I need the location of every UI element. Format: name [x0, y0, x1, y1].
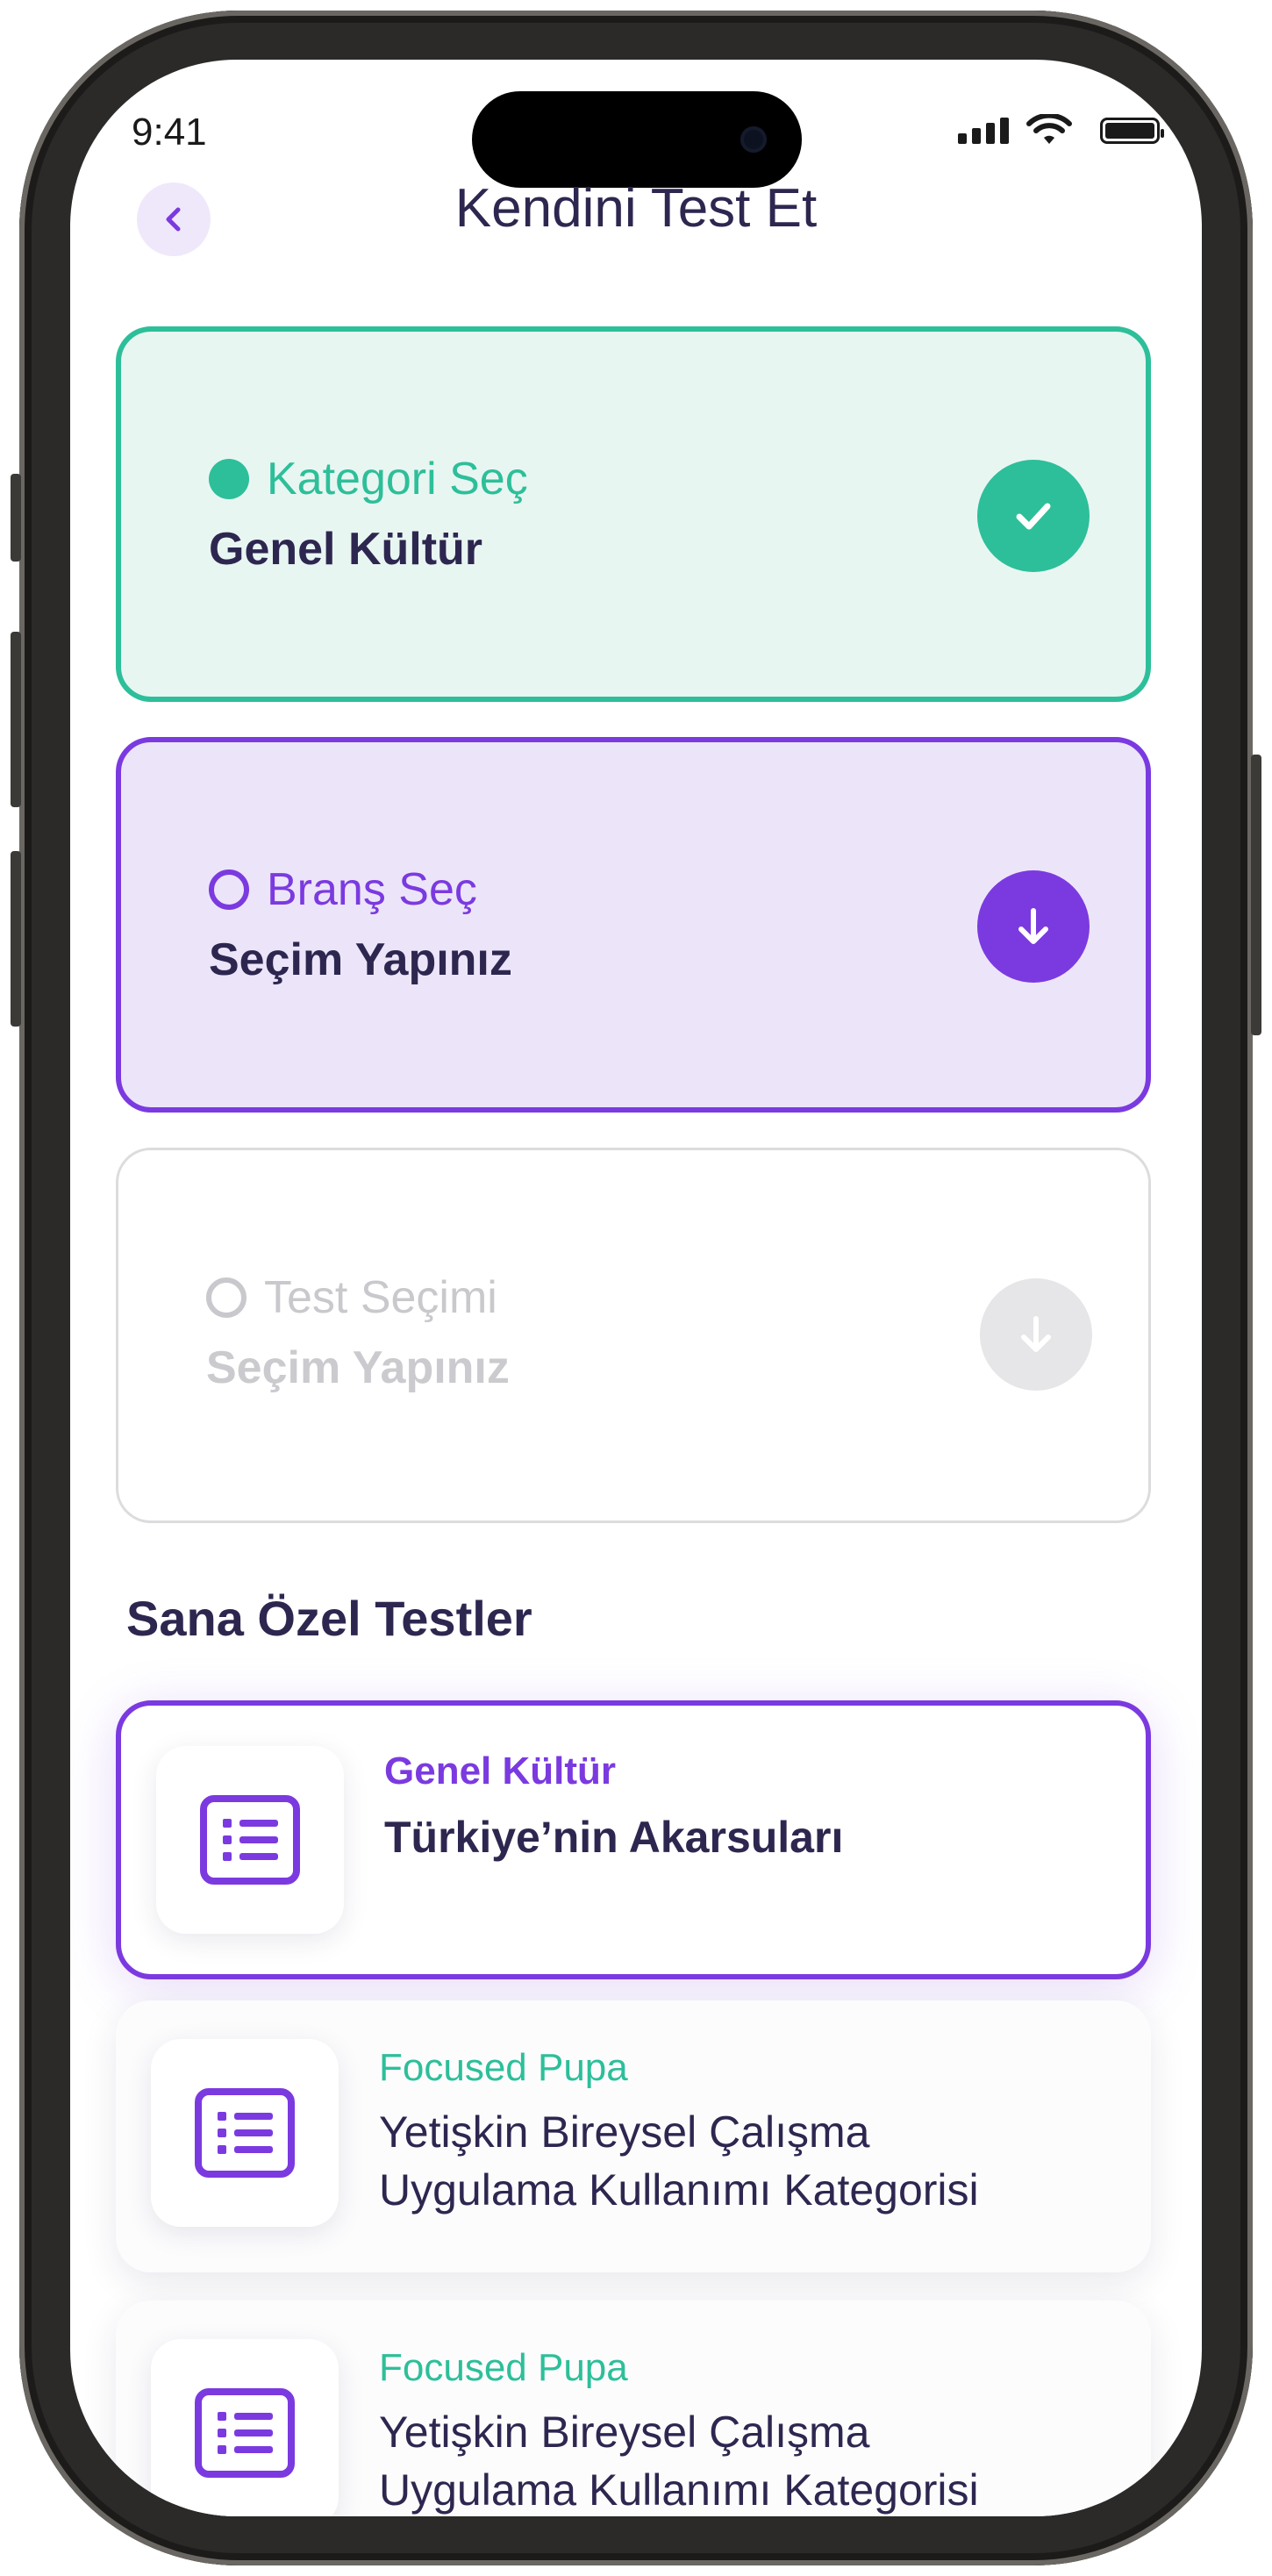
test-icon-tile: [151, 2339, 339, 2516]
test-title-line1: Yetişkin Bireysel Çalışma: [379, 2408, 870, 2457]
step-expand-button: [980, 1278, 1092, 1391]
status-icons: [958, 111, 1164, 149]
step-status-dot: [206, 1277, 247, 1318]
arrow-down-icon: [1021, 1316, 1051, 1352]
section-title: Sana Özel Testler: [126, 1591, 532, 1646]
step-value: Seçim Yapınız: [209, 934, 512, 985]
step-value: Seçim Yapınız: [206, 1342, 510, 1393]
test-card[interactable]: Focused Pupa Yetişkin Bireysel Çalışma U…: [116, 2301, 1151, 2516]
step-status-dot: [209, 869, 249, 910]
status-time: 9:41: [132, 111, 207, 154]
dynamic-island: [472, 91, 802, 188]
list-icon: [195, 2088, 295, 2178]
mute-switch: [11, 474, 21, 562]
battery-icon: [1100, 118, 1164, 144]
test-category: Focused Pupa: [379, 2046, 628, 2089]
screen: 9:41 Kendini Test Et Kategori Seç Genel …: [70, 60, 1202, 2516]
page-title: Kendini Test Et: [454, 178, 818, 239]
power-button: [1251, 755, 1261, 1035]
list-icon: [195, 2388, 295, 2478]
list-icon: [200, 1795, 300, 1885]
test-card[interactable]: Focused Pupa Yetişkin Bireysel Çalışma U…: [116, 2000, 1151, 2272]
test-category: Genel Kültür: [384, 1750, 617, 1792]
test-icon-tile: [151, 2039, 339, 2227]
camera-icon: [740, 126, 767, 153]
volume-down-button: [11, 851, 21, 1027]
step-expand-button[interactable]: [977, 870, 1090, 983]
arrow-down-icon: [1018, 908, 1048, 944]
test-icon-tile: [156, 1746, 344, 1934]
step-value: Genel Kültür: [209, 524, 483, 575]
volume-up-button: [11, 632, 21, 807]
check-icon: [1016, 503, 1051, 530]
test-title-line2: Uygulama Kullanımı Kategorisi: [379, 2165, 979, 2215]
test-title: Türkiye’nin Akarsuları: [384, 1813, 844, 1862]
step-branch-card[interactable]: Branş Seç Seçim Yapınız: [116, 737, 1151, 1113]
step-label: Test Seçimi: [264, 1272, 497, 1323]
step-category-card[interactable]: Kategori Seç Genel Kültür: [116, 326, 1151, 702]
step-complete-button[interactable]: [977, 460, 1090, 572]
test-card[interactable]: Genel Kültür Türkiye’nin Akarsuları: [116, 1700, 1151, 1979]
test-title-line2: Uygulama Kullanımı Kategorisi: [379, 2465, 979, 2515]
step-status-dot: [209, 459, 249, 499]
test-title-line1: Yetişkin Bireysel Çalışma: [379, 2107, 870, 2157]
test-category: Focused Pupa: [379, 2346, 628, 2389]
step-label: Branş Seç: [267, 864, 477, 915]
wifi-icon: [1026, 114, 1072, 144]
step-label: Kategori Seç: [267, 454, 528, 504]
step-test-card: Test Seçimi Seçim Yapınız: [116, 1148, 1151, 1523]
